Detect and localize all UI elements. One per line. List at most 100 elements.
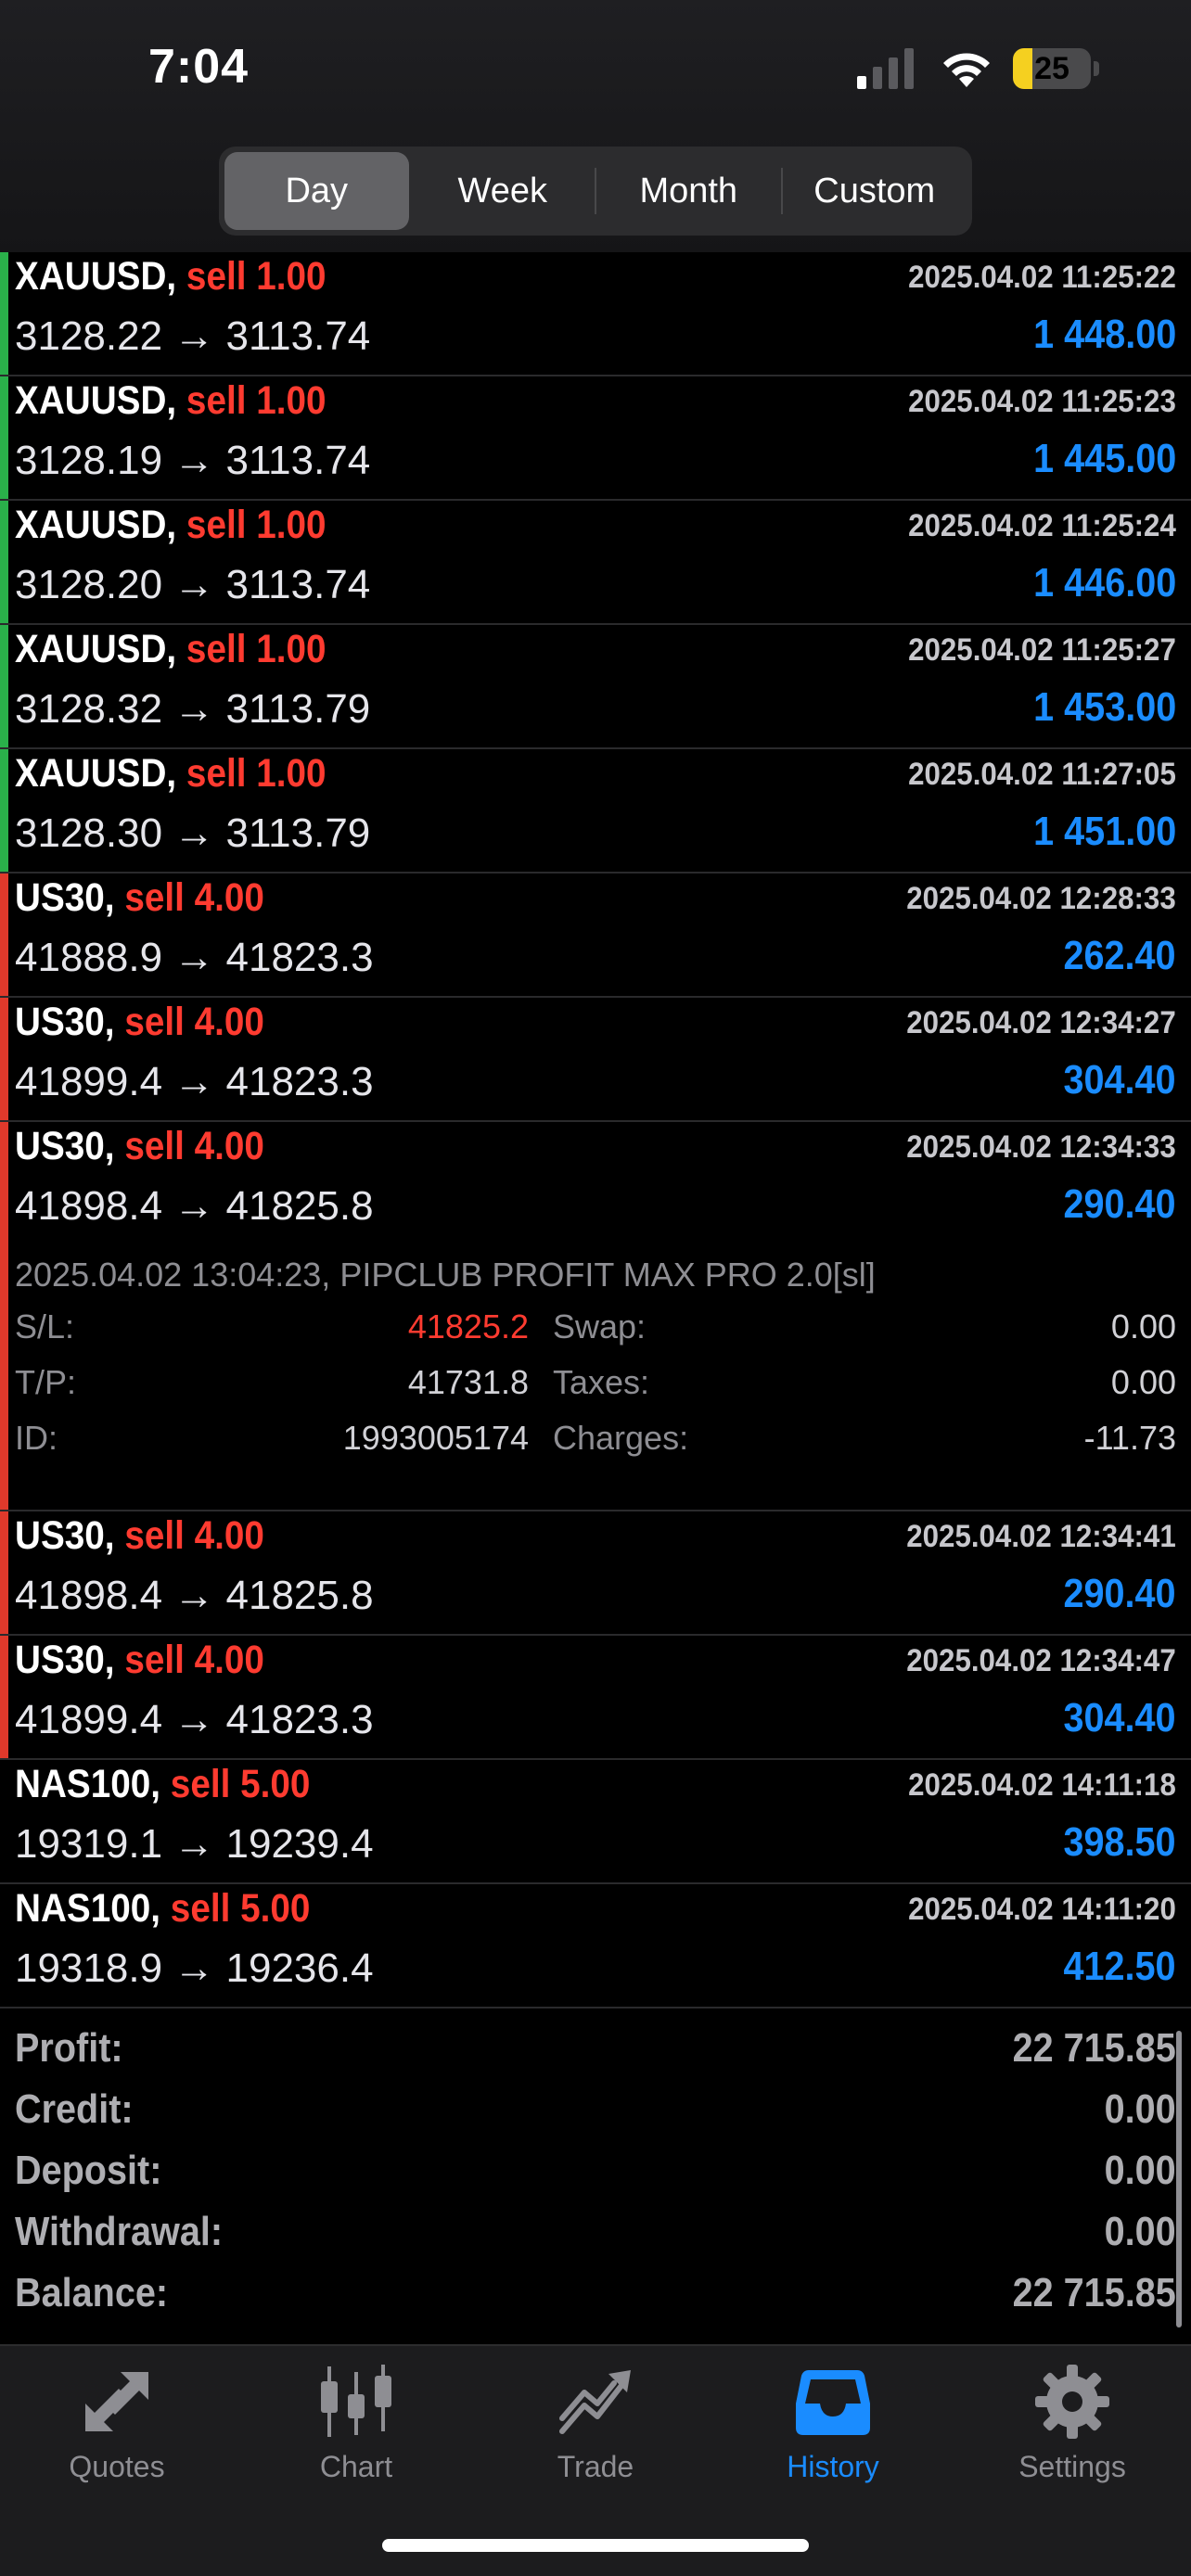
sl-label: S/L: [15,1307,75,1345]
deal-time: 2025.04.02 11:25:22 [908,260,1176,295]
battery-indicator: 25 [1013,48,1099,89]
wifi-icon [943,53,990,87]
deal-color-indicator [0,749,8,872]
deal-profit: 262.40 [1063,933,1176,978]
deal-side: sell 4.00 [124,1638,264,1682]
deal-row[interactable]: NAS100, sell 5.00 2025.04.02 14:11:20 19… [0,1884,1191,2009]
swap-label: Swap: [553,1307,647,1345]
deal-prices: 41899.4 → 41823.3 [15,1059,374,1104]
id-value: 1993005174 [342,1419,529,1457]
deal-row[interactable]: XAUUSD, sell 1.00 2025.04.02 11:25:27 31… [0,625,1191,749]
deal-symbol: US30, [15,1000,115,1044]
inbox-tray-icon [796,2370,870,2435]
deal-row[interactable]: US30, sell 4.00 2025.04.02 12:34:47 4189… [0,1636,1191,1760]
summary-deposit-value: 0.00 [1104,2148,1176,2193]
period-month[interactable]: Month [596,152,781,230]
scrollbar-thumb[interactable] [1176,2031,1182,2327]
deal-color-indicator [0,1511,8,1634]
summary-row-deposit: Deposit: 0.00 [0,2148,1191,2209]
quotes-icon [85,2372,148,2431]
charges-label: Charges: [553,1419,689,1457]
tab-quotes[interactable]: Quotes [15,2363,219,2511]
deal-profit: 1 446.00 [1032,560,1176,606]
deal-row[interactable]: XAUUSD, sell 1.00 2025.04.02 11:25:22 31… [0,252,1191,376]
deal-profit: 304.40 [1063,1057,1176,1103]
home-indicator[interactable] [382,2539,809,2552]
tp-value: 41731.8 [407,1363,529,1401]
tab-trade[interactable]: Trade [493,2363,698,2511]
deal-side: sell 1.00 [186,254,327,299]
deal-color-indicator [0,1122,8,1510]
deal-title: US30, sell 4.00 [15,1638,264,1683]
deal-color-indicator [0,376,8,499]
taxes-value: 0.00 [1110,1363,1176,1401]
tab-settings[interactable]: Settings [970,2363,1174,2511]
summary-profit-label: Profit: [15,2025,123,2071]
deal-time: 2025.04.02 12:34:41 [906,1519,1176,1554]
deal-row[interactable]: US30, sell 4.00 2025.04.02 12:28:33 4188… [0,874,1191,998]
tab-label: Chart [319,2450,393,2483]
deal-color-indicator [0,998,8,1120]
period-day[interactable]: Day [224,152,409,230]
summary-deposit-label: Deposit: [15,2148,162,2193]
status-time: 7:04 [148,40,250,94]
deal-symbol: XAUUSD, [15,503,177,547]
tp-label: T/P: [15,1363,77,1401]
deal-row[interactable]: US30, sell 4.00 2025.04.02 12:34:41 4189… [0,1511,1191,1636]
deal-side: sell 1.00 [186,627,327,671]
tab-label: History [787,2450,879,2483]
deal-time: 2025.04.02 14:11:20 [908,1892,1176,1927]
deal-row[interactable]: US30, sell 4.00 2025.04.02 12:34:27 4189… [0,998,1191,1122]
deals-list: XAUUSD, sell 1.00 2025.04.02 11:25:22 31… [0,252,1191,2009]
summary-profit-value: 22 715.85 [1012,2025,1176,2071]
summary-credit-value: 0.00 [1104,2086,1176,2132]
deal-profit: 398.50 [1063,1819,1176,1865]
tab-chart[interactable]: Chart [254,2363,458,2511]
battery-body: 25 [1013,48,1091,89]
deal-color-indicator [0,625,8,747]
deal-row[interactable]: XAUUSD, sell 1.00 2025.04.02 11:25:23 31… [0,376,1191,501]
deal-symbol: XAUUSD, [15,378,177,423]
deal-profit: 290.40 [1063,1571,1176,1616]
deal-prices: 3128.32 → 3113.79 [15,686,371,732]
deal-profit: 1 451.00 [1032,809,1176,854]
deal-title: NAS100, sell 5.00 [15,1886,310,1932]
deal-title: NAS100, sell 5.00 [15,1762,310,1807]
period-custom[interactable]: Custom [783,152,967,230]
deal-row[interactable]: XAUUSD, sell 1.00 2025.04.02 11:25:24 31… [0,501,1191,625]
deal-side: sell 5.00 [170,1762,311,1806]
deal-profit: 1 445.00 [1032,436,1176,481]
summary-balance-label: Balance: [15,2270,169,2315]
deal-prices: 19319.1 → 19239.4 [15,1821,374,1867]
charges-value: -11.73 [1083,1419,1176,1457]
battery-cap [1094,61,1099,76]
deal-side: sell 1.00 [186,751,327,796]
deal-prices: 3128.20 → 3113.74 [15,562,371,607]
gear-icon [1035,2365,1109,2439]
summary-credit-label: Credit: [15,2086,134,2132]
deal-title: US30, sell 4.00 [15,1124,264,1169]
period-week[interactable]: Week [411,152,596,230]
deal-symbol: US30, [15,1513,115,1558]
detail-row: S/L: 41825.2 Swap: 0.00 [15,1307,1176,1363]
deal-row[interactable]: NAS100, sell 5.00 2025.04.02 14:11:18 19… [0,1760,1191,1884]
deal-profit: 290.40 [1063,1181,1176,1227]
account-summary: Profit: 22 715.85 Credit: 0.00 Deposit: … [0,2025,1191,2340]
deal-symbol: NAS100, [15,1886,161,1931]
deal-time: 2025.04.02 12:28:33 [906,881,1176,916]
tab-label: Trade [557,2450,634,2483]
taxes-label: Taxes: [553,1363,650,1401]
detail-row: ID: 1993005174 Charges: -11.73 [15,1419,1176,1474]
battery-percent: 25 [1034,51,1069,86]
deal-symbol: US30, [15,875,115,920]
deal-row-expanded[interactable]: US30, sell 4.00 2025.04.02 12:34:33 4189… [0,1122,1191,1511]
deal-title: XAUUSD, sell 1.00 [15,378,327,424]
deal-prices: 41898.4 → 41825.8 [15,1183,374,1229]
deal-title: XAUUSD, sell 1.00 [15,254,327,300]
deal-title: US30, sell 4.00 [15,875,264,921]
tab-history[interactable]: History [731,2363,935,2511]
summary-balance-value: 22 715.85 [1012,2270,1176,2315]
deal-time: 2025.04.02 11:25:23 [908,384,1176,419]
deal-time: 2025.04.02 12:34:27 [906,1005,1176,1040]
deal-row[interactable]: XAUUSD, sell 1.00 2025.04.02 11:27:05 31… [0,749,1191,874]
